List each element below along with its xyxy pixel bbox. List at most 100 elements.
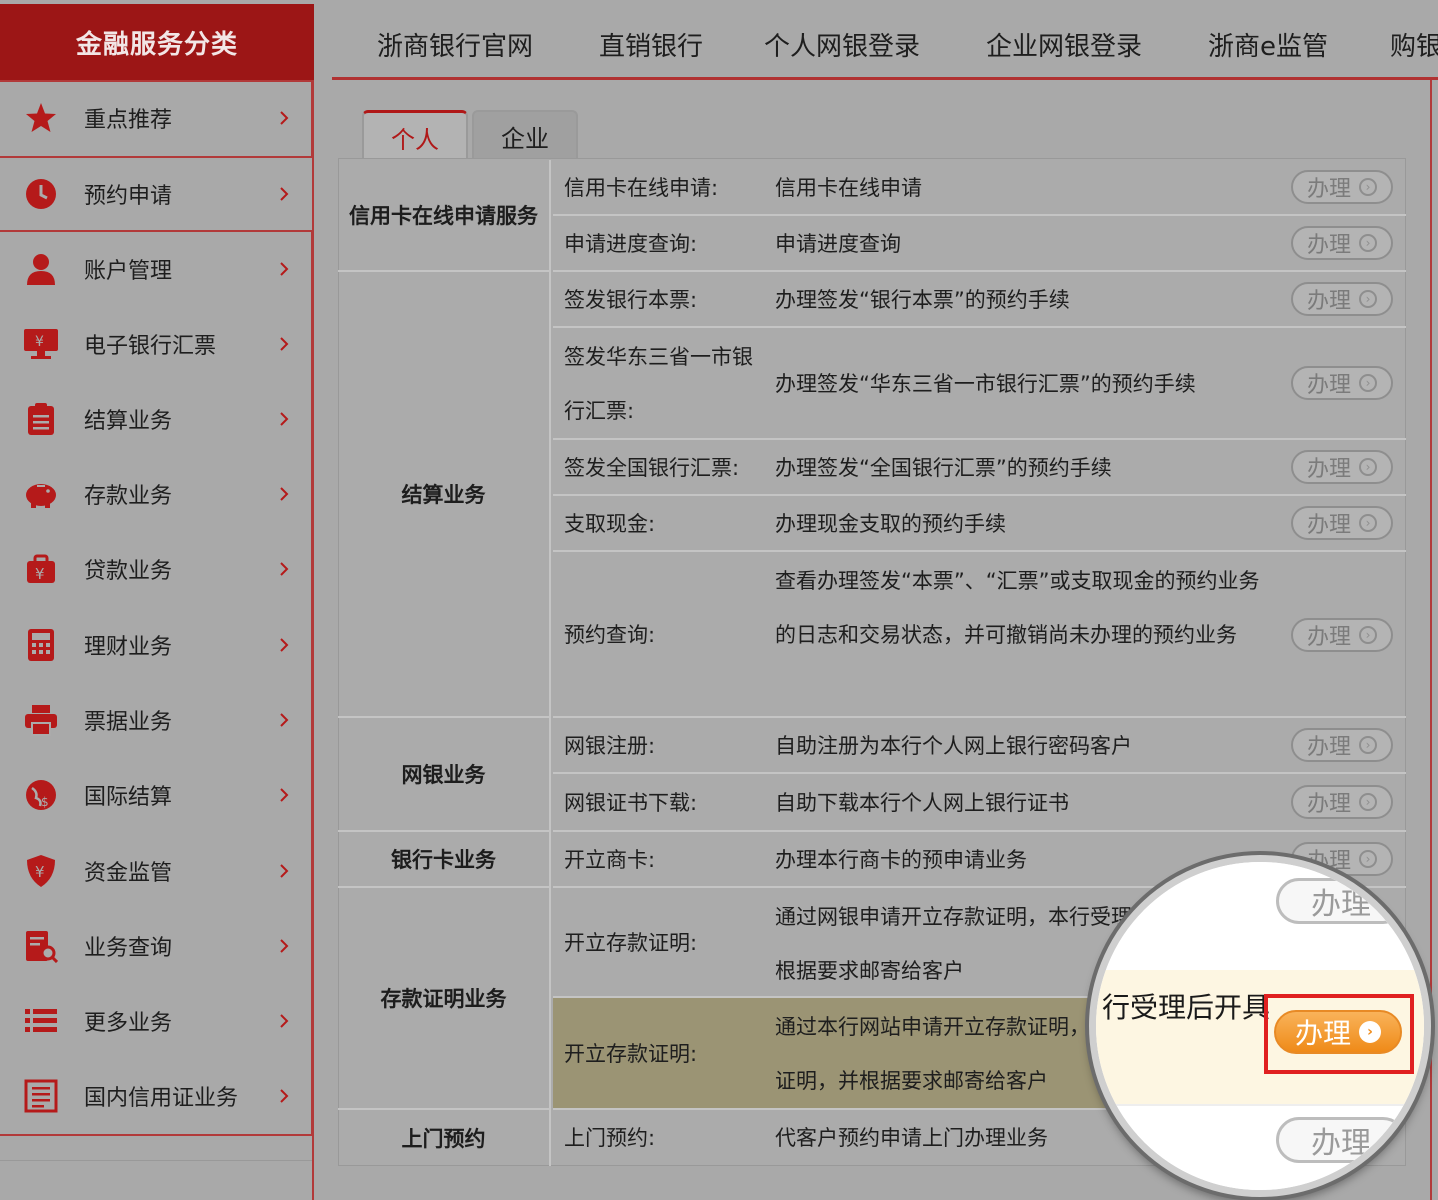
row-description: 办理现金支取的预约手续 <box>775 512 1006 536</box>
chevron-right-icon <box>280 637 289 652</box>
table-row: 信用卡在线申请: 信用卡在线申请 办理 › <box>553 160 1406 216</box>
tab-personal[interactable]: 个人 <box>362 110 468 162</box>
row-description: 查看办理签发“本票”、“汇票”或支取现金的预约业务的日志和交易状态，并可撤销尚未… <box>775 569 1260 647</box>
chevron-right-icon <box>280 787 289 802</box>
row-label: 开立存款证明: <box>564 1042 698 1066</box>
sidebar-item-e-draft[interactable]: ¥ 电子银行汇票 <box>0 306 313 381</box>
category-home-visit: 上门预约 <box>338 1110 551 1166</box>
sidebar-item-label: 国际结算 <box>84 784 173 810</box>
sidebar-item-appointment[interactable]: 预约申请 <box>0 156 313 231</box>
monitor-yen-icon: ¥ <box>22 325 60 363</box>
sidebar-item-label: 重点推荐 <box>84 107 173 133</box>
button-label: 办理 <box>1306 513 1351 538</box>
row-description: 信用卡在线申请 <box>775 176 922 200</box>
row-label: 网银注册: <box>564 734 656 758</box>
sidebar-item-fund-supervision[interactable]: ¥ 资金监管 <box>0 833 313 908</box>
nav-direct-bank[interactable]: 直销银行 <box>599 26 703 63</box>
list-icon <box>22 1002 60 1040</box>
sidebar-item-wealth[interactable]: 理财业务 <box>0 607 313 682</box>
nav-purchase[interactable]: 购银 <box>1390 26 1438 63</box>
row-label: 签发全国银行汇票: <box>564 456 740 480</box>
process-button[interactable]: 办理 › <box>1291 450 1393 484</box>
sidebar-item-more[interactable]: 更多业务 <box>0 983 313 1058</box>
sidebar-title: 金融服务分类 <box>0 4 314 80</box>
star-icon <box>22 99 60 137</box>
clock-icon <box>22 175 60 213</box>
sidebar-item-account[interactable]: 账户管理 <box>0 231 313 306</box>
sidebar-item-featured[interactable]: 重点推荐 <box>0 80 313 155</box>
process-button[interactable]: 办理 › <box>1291 506 1393 540</box>
svg-text:¥: ¥ <box>35 863 45 881</box>
category-deposit-cert: 存款证明业务 <box>338 888 551 1110</box>
button-label: 办理 <box>1306 289 1351 314</box>
process-button[interactable]: 办理 › <box>1291 785 1393 819</box>
sidebar-item-label: 电子银行汇票 <box>84 333 217 359</box>
nav-business-login[interactable]: 企业网银登录 <box>986 26 1142 63</box>
sidebar-item-deposit[interactable]: 存款业务 <box>0 456 313 531</box>
magnified-process-button-top[interactable]: 办理 <box>1276 878 1406 924</box>
button-label: 办理 <box>1306 625 1351 650</box>
table-row: 签发全国银行汇票: 办理签发“全国银行汇票”的预约手续 办理 › <box>553 440 1406 496</box>
tab-business[interactable]: 企业 <box>472 110 578 160</box>
process-button[interactable]: 办理 › <box>1291 366 1393 400</box>
arrow-circle-icon: › <box>1359 178 1377 196</box>
nav-official-site[interactable]: 浙商银行官网 <box>377 26 533 63</box>
arrow-circle-icon: › <box>1359 626 1377 644</box>
table-row: 网银证书下载: 自助下载本行个人网上银行证书 办理 › <box>553 774 1406 832</box>
sidebar-divider <box>0 1160 313 1161</box>
chevron-right-icon <box>280 336 289 351</box>
table-row: 申请进度查询: 申请进度查询 办理 › <box>553 216 1406 272</box>
table-row: 网银注册: 自助注册为本行个人网上银行密码客户 办理 › <box>553 718 1406 774</box>
process-button[interactable]: 办理 › <box>1291 282 1393 316</box>
clipboard-icon <box>22 400 60 438</box>
process-button[interactable]: 办理 › <box>1291 226 1393 260</box>
button-label: 办理 <box>1311 1126 1371 1161</box>
process-button[interactable]: 办理 › <box>1291 618 1393 652</box>
arrow-circle-icon: › <box>1359 1021 1381 1043</box>
process-button[interactable]: 办理 › <box>1291 170 1393 204</box>
process-button[interactable]: 办理 › <box>1291 728 1393 762</box>
magnified-process-button-bottom[interactable]: 办理 <box>1276 1117 1406 1163</box>
sidebar-item-label: 国内信用证业务 <box>84 1085 239 1111</box>
button-label: 办理 <box>1306 457 1351 482</box>
nav-personal-login[interactable]: 个人网银登录 <box>764 26 920 63</box>
calculator-icon <box>22 626 60 664</box>
button-label: 办理 <box>1294 1017 1351 1050</box>
sidebar-item-label: 账户管理 <box>84 258 173 284</box>
button-label: 办理 <box>1306 735 1351 760</box>
row-description: 自助注册为本行个人网上银行密码客户 <box>775 734 1132 758</box>
user-icon <box>22 250 60 288</box>
row-label: 签发银行本票: <box>564 288 698 312</box>
chevron-right-icon <box>280 1088 289 1103</box>
sidebar-item-loan[interactable]: ¥ 贷款业务 <box>0 531 313 606</box>
category-bank-card: 银行卡业务 <box>338 832 551 888</box>
nav-e-supervision[interactable]: 浙商e监管 <box>1208 26 1328 63</box>
sidebar-item-query[interactable]: 业务查询 <box>0 908 313 983</box>
table-row: 支取现金: 办理现金支取的预约手续 办理 › <box>553 496 1406 552</box>
chevron-right-icon <box>280 110 289 125</box>
category-settlement: 结算业务 <box>338 272 551 718</box>
row-label: 支取现金: <box>564 512 656 536</box>
printer-icon <box>22 701 60 739</box>
sidebar-item-label: 更多业务 <box>84 1010 173 1036</box>
chevron-right-icon <box>280 561 289 576</box>
arrow-circle-icon: › <box>1359 458 1377 476</box>
arrow-circle-icon: › <box>1359 736 1377 754</box>
magnified-process-button-active[interactable]: 办理 › <box>1274 1010 1402 1054</box>
sidebar-item-credit-letter[interactable]: 国内信用证业务 <box>0 1058 313 1133</box>
row-description: 办理签发“全国银行汇票”的预约手续 <box>775 456 1112 480</box>
table-row: 签发银行本票: 办理签发“银行本票”的预约手续 办理 › <box>553 272 1406 328</box>
row-label: 上门预约: <box>564 1126 656 1150</box>
sidebar-item-international[interactable]: $ 国际结算 <box>0 757 313 832</box>
row-label: 开立存款证明: <box>564 931 698 955</box>
arrow-circle-icon: › <box>1359 290 1377 308</box>
arrow-circle-icon: › <box>1359 234 1377 252</box>
table-row: 签发华东三省一市银行汇票: 办理签发“华东三省一市银行汇票”的预约手续 办理 › <box>553 328 1406 440</box>
magnifier-callout: 办理 行受理后开具 办理 › 办理 <box>1089 855 1431 1197</box>
top-navigation: 浙商银行官网 直销银行 个人网银登录 企业网银登录 浙商e监管 购银 <box>332 0 1438 80</box>
chevron-right-icon <box>280 1013 289 1028</box>
row-label: 信用卡在线申请: <box>564 176 719 200</box>
sidebar-item-label: 预约申请 <box>84 183 173 209</box>
sidebar-item-bills[interactable]: 票据业务 <box>0 682 313 757</box>
sidebar-item-settlement[interactable]: 结算业务 <box>0 381 313 456</box>
